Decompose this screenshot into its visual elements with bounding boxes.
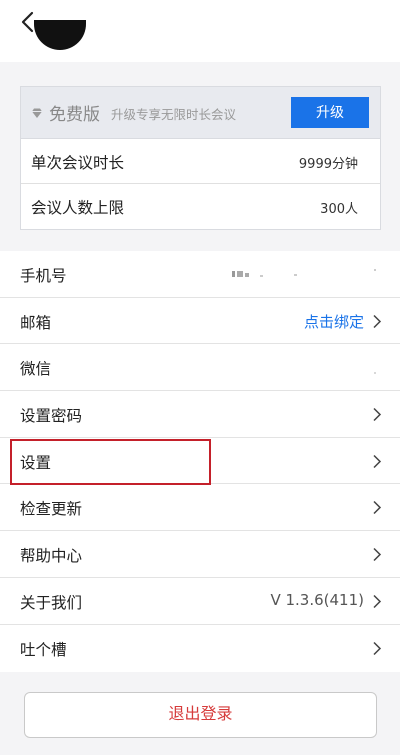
plan-row-duration: 单次会议时长 9999分钟 [21, 139, 380, 184]
plan-card: 免费版 升级专享无限时长会议 升级 单次会议时长 9999分钟 会议人数上限 3… [20, 86, 381, 230]
menu-item-set-password[interactable]: 设置密码 [0, 391, 400, 438]
menu-item-label: 设置密码 [20, 407, 83, 426]
menu-item-label: 手机号 [20, 267, 67, 285]
chevron-right-icon [373, 501, 382, 515]
diamond-icon [32, 108, 42, 118]
menu-item-wechat[interactable]: 微信 [0, 344, 400, 392]
plan-row-value: 9999分钟 [298, 157, 358, 172]
menu-item-label: 关于我们 [20, 593, 83, 612]
settings-highlight-box [10, 439, 211, 485]
menu-item-phone[interactable]: 手机号 [0, 251, 400, 298]
menu-item-feedback[interactable]: 吐个槽 [0, 625, 400, 672]
avatar[interactable] [34, 20, 86, 50]
wechat-value-mark [374, 372, 376, 375]
chevron-right-icon [373, 454, 382, 468]
plan-row-label: 单次会议时长 [31, 154, 125, 172]
app-version: V 1.3.6(411) [270, 590, 364, 609]
plan-card-header: 免费版 升级专享无限时长会议 升级 [21, 87, 380, 139]
upgrade-tip: 升级专享无限时长会议 [111, 107, 237, 122]
edition-label: 免费版 [49, 105, 100, 125]
menu-item-label: 微信 [20, 360, 52, 379]
chevron-right-icon [373, 314, 382, 328]
chevron-right-icon [373, 408, 382, 422]
menu-item-label: 帮助中心 [20, 547, 83, 566]
menu-item-about[interactable]: 关于我们 V 1.3.6(411) [0, 578, 400, 625]
menu-item-label: 吐个槽 [20, 640, 67, 659]
plan-row-participants: 会议人数上限 300人 [21, 184, 380, 229]
plan-row-label: 会议人数上限 [31, 199, 125, 217]
chevron-right-icon [373, 641, 382, 655]
menu-item-email[interactable]: 邮箱 点击绑定 [0, 298, 400, 345]
profile-header [0, 0, 400, 62]
menu-item-label: 检查更新 [20, 500, 83, 519]
chevron-right-icon [373, 548, 382, 562]
bind-email-link[interactable]: 点击绑定 [304, 311, 364, 332]
plan-row-value: 300人 [320, 202, 358, 217]
logout-button[interactable]: 退出登录 [24, 692, 377, 738]
menu-item-label: 邮箱 [20, 313, 52, 332]
masked-phone-value [232, 269, 376, 277]
menu-item-check-update[interactable]: 检查更新 [0, 484, 400, 532]
upgrade-button[interactable]: 升级 [291, 97, 369, 128]
menu-item-help-center[interactable]: 帮助中心 [0, 531, 400, 578]
chevron-right-icon [373, 594, 382, 608]
